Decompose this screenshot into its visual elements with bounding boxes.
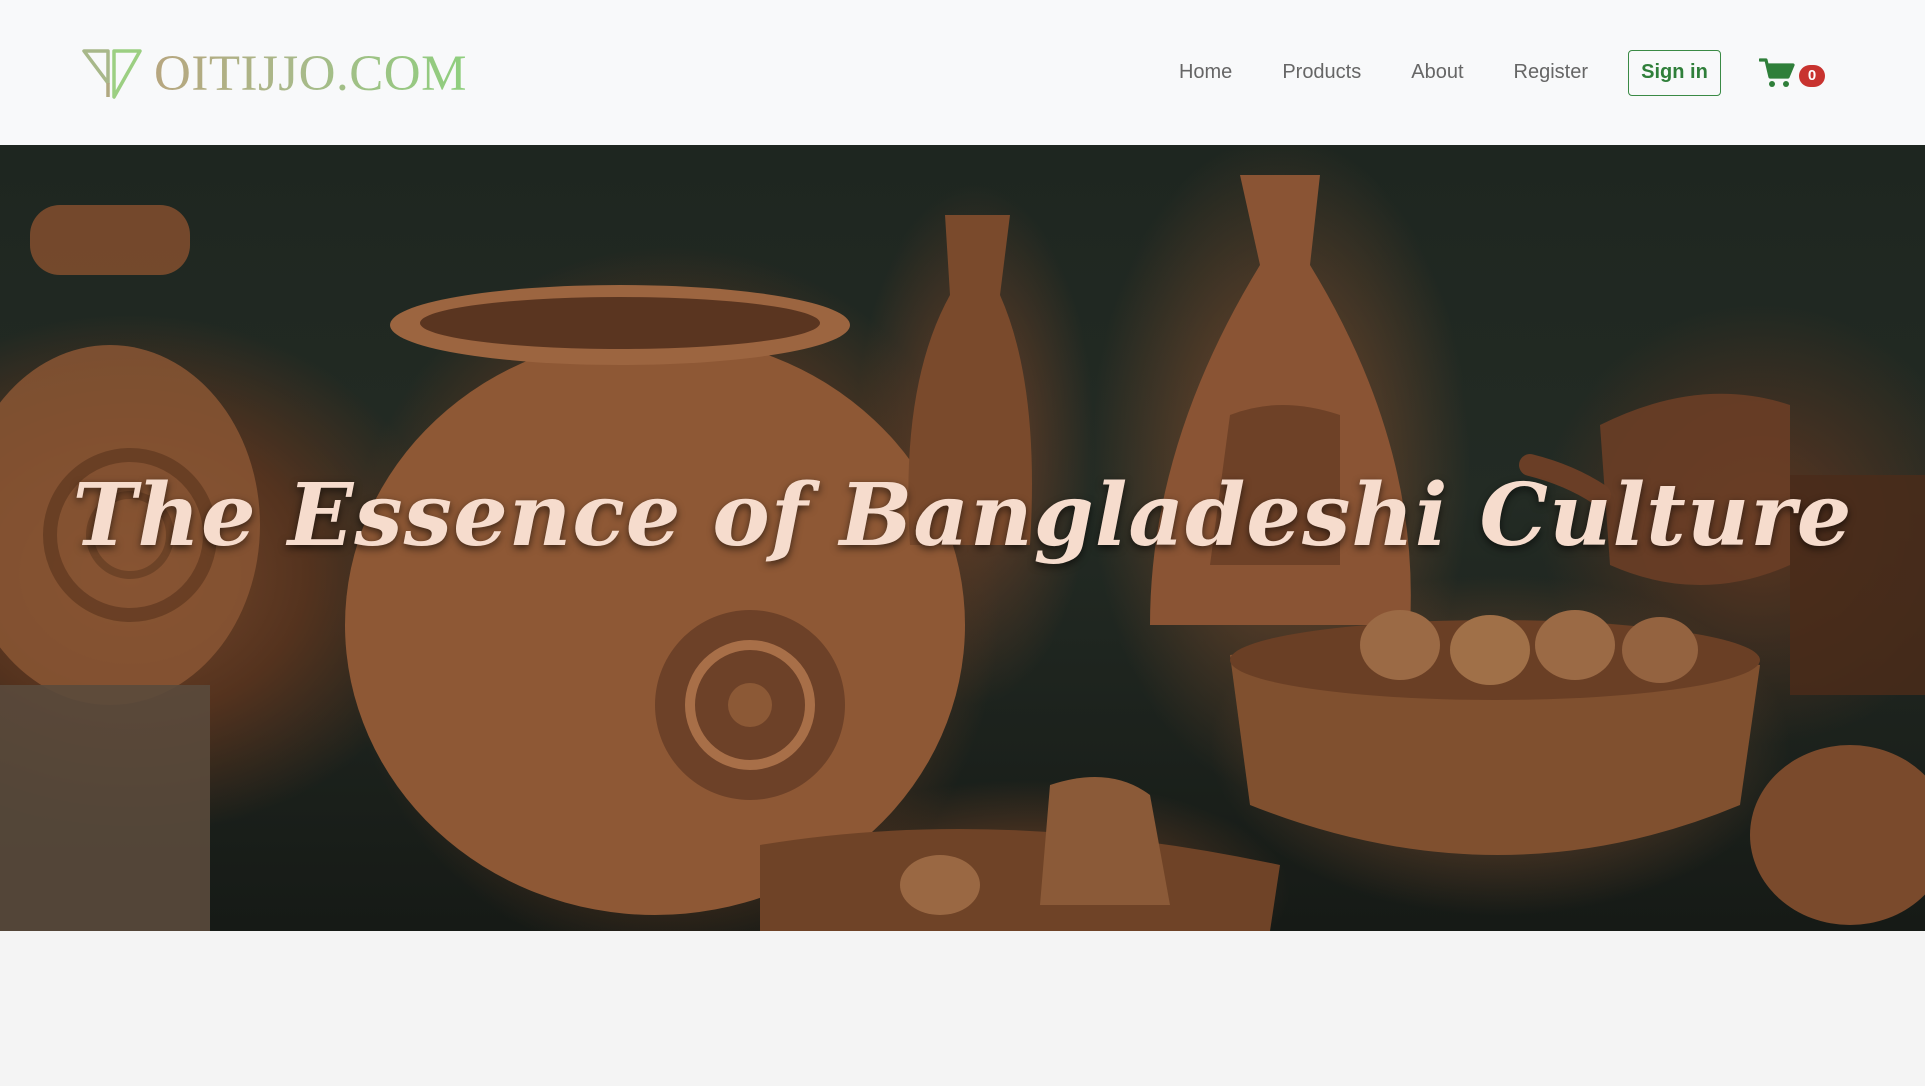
navbar: OITIJJO.COM Home Products About Register…: [0, 0, 1925, 145]
logo-mark-icon: [82, 49, 142, 99]
cart-count-badge: 0: [1799, 64, 1825, 87]
nav-about-link[interactable]: About: [1411, 61, 1463, 84]
sign-in-button[interactable]: Sign in: [1628, 49, 1721, 96]
hero-title: The Essence of Bangladeshi Culture: [72, 465, 1853, 566]
main-nav: Home Products About Register Sign in 0: [1179, 0, 1925, 145]
shopping-cart-icon: [1759, 57, 1795, 87]
page-body-area: [0, 931, 1925, 1086]
brand-name: OITIJJO.COM: [154, 45, 467, 102]
cart-button[interactable]: 0: [1759, 57, 1825, 89]
nav-home-link[interactable]: Home: [1179, 61, 1232, 84]
nav-products-link[interactable]: Products: [1282, 61, 1361, 84]
page: OITIJJO.COM Home Products About Register…: [0, 0, 1925, 1086]
hero-banner: The Essence of Bangladeshi Culture: [0, 145, 1925, 931]
brand-logo-link[interactable]: OITIJJO.COM: [80, 44, 467, 104]
nav-register-link[interactable]: Register: [1514, 61, 1588, 84]
